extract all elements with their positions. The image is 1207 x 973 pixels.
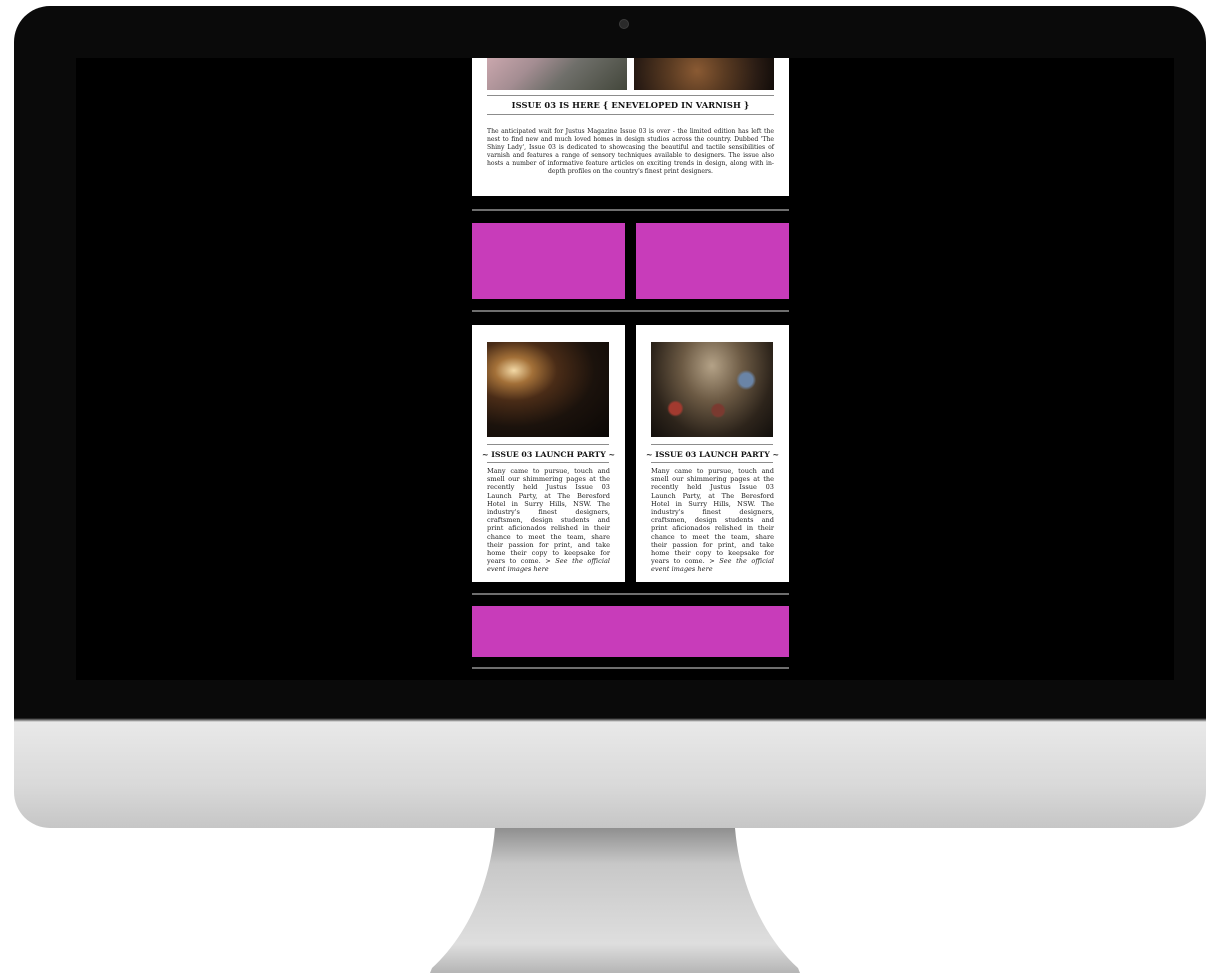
section-divider [472, 209, 789, 211]
divider-line [487, 114, 774, 115]
article-heading: ~ ISSUE 03 LAUNCH PARTY ~ [481, 450, 616, 459]
intro-body: The anticipated wait for Justus Magazine… [487, 128, 774, 176]
divider-line [651, 444, 773, 445]
launch-party-photo [487, 342, 609, 437]
article-heading: ~ ISSUE 03 LAUNCH PARTY ~ [645, 450, 780, 459]
divider-line [487, 462, 609, 463]
article-body-text: Many came to pursue, touch and smell our… [651, 467, 774, 566]
hero-image-right [634, 58, 774, 90]
camera-icon [619, 19, 629, 29]
article-card-right: ~ ISSUE 03 LAUNCH PARTY ~ Many came to p… [636, 325, 789, 582]
intro-card: ISSUE 03 IS HERE { ENEVELOPED IN VARNISH… [472, 58, 789, 196]
email-newsletter: ISSUE 03 IS HERE { ENEVELOPED IN VARNISH… [472, 58, 789, 680]
placeholder-block-left [472, 223, 625, 299]
divider-line [487, 95, 774, 96]
article-body: Many came to pursue, touch and smell our… [487, 467, 610, 574]
section-divider [472, 310, 789, 312]
monitor-stand [430, 828, 800, 973]
section-divider [472, 667, 789, 669]
monitor-bezel: ISSUE 03 IS HERE { ENEVELOPED IN VARNISH… [14, 6, 1206, 828]
placeholder-block-right [636, 223, 789, 299]
monitor-screen: ISSUE 03 IS HERE { ENEVELOPED IN VARNISH… [76, 58, 1174, 680]
placeholder-block-wide [472, 606, 789, 657]
launch-party-photo [651, 342, 773, 437]
article-body-text: Many came to pursue, touch and smell our… [487, 467, 610, 566]
article-card-left: ~ ISSUE 03 LAUNCH PARTY ~ Many came to p… [472, 325, 625, 582]
divider-line [487, 444, 609, 445]
divider-line [651, 462, 773, 463]
hero-image-left [487, 58, 627, 90]
article-body: Many came to pursue, touch and smell our… [651, 467, 774, 574]
intro-heading: ISSUE 03 IS HERE { ENEVELOPED IN VARNISH… [511, 100, 750, 110]
section-divider [472, 593, 789, 595]
